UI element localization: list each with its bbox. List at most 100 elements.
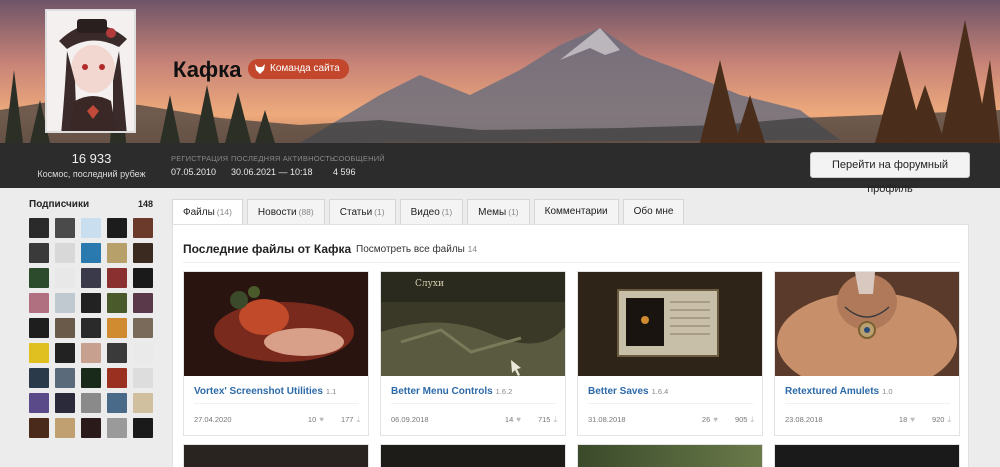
subscriber-avatar[interactable] xyxy=(55,293,75,313)
subscriber-avatar[interactable] xyxy=(133,293,153,313)
tab-about[interactable]: Обо мне xyxy=(622,199,685,224)
see-all-files-link[interactable]: Посмотреть все файлы 14 xyxy=(356,244,477,255)
file-card[interactable] xyxy=(774,444,960,467)
heart-icon: ♥ xyxy=(516,415,521,424)
tab-comments[interactable]: Комментарии xyxy=(533,199,619,224)
subscriber-avatar[interactable] xyxy=(29,318,49,338)
subscriber-avatar[interactable] xyxy=(81,268,101,288)
download-icon: ⤓ xyxy=(750,415,754,424)
subscriber-avatar[interactable] xyxy=(133,343,153,363)
subscriber-avatar[interactable] xyxy=(55,318,75,338)
heart-icon: ♥ xyxy=(910,415,915,424)
file-thumbnail[interactable]: Слухи xyxy=(381,272,565,376)
subscriber-avatar[interactable] xyxy=(81,293,101,313)
file-card[interactable]: Better Saves 1.6.4 31.08.2018 26 ♥ 905 ⤓ xyxy=(577,271,763,436)
subscriber-avatar[interactable] xyxy=(29,293,49,313)
subscriber-avatar[interactable] xyxy=(107,243,127,263)
subscriber-avatar[interactable] xyxy=(29,218,49,238)
file-card[interactable]: Retextured Amulets 1.0 23.08.2018 18 ♥ 920… xyxy=(774,271,960,436)
heart-icon: ♥ xyxy=(713,415,718,424)
subscriber-avatar[interactable] xyxy=(55,243,75,263)
subscriber-avatar[interactable] xyxy=(107,393,127,413)
subscriber-avatar[interactable] xyxy=(133,368,153,388)
subscriber-avatar[interactable] xyxy=(133,393,153,413)
subscriber-avatar[interactable] xyxy=(107,318,127,338)
file-thumbnail[interactable] xyxy=(775,272,959,376)
file-thumbnail[interactable] xyxy=(184,272,368,376)
anime-girl-avatar-image xyxy=(47,11,134,131)
file-card[interactable]: Слухи Better Menu Controls 1.6.2 06.09.20… xyxy=(380,271,566,436)
file-card[interactable] xyxy=(577,444,763,467)
subscriber-avatar[interactable] xyxy=(107,343,127,363)
tab-memes[interactable]: Мемы (1) xyxy=(467,199,530,224)
downloads-count: 905 xyxy=(734,415,748,424)
subscriber-avatar[interactable] xyxy=(133,418,153,438)
subscriber-avatar[interactable] xyxy=(29,268,49,288)
file-date: 06.09.2018 xyxy=(391,415,429,424)
subscriber-avatar[interactable] xyxy=(107,368,127,388)
file-title-link[interactable]: Better Saves 1.6.4 xyxy=(588,386,668,397)
screenshot-thumbnail-image: Слухи xyxy=(381,272,565,376)
subscriber-avatar[interactable] xyxy=(81,368,101,388)
stat-value: 30.06.2021 — 10:18 xyxy=(231,167,313,177)
subscriber-avatar[interactable] xyxy=(133,243,153,263)
file-version: 1.1 xyxy=(325,387,337,396)
subscriber-avatar[interactable] xyxy=(29,243,49,263)
file-card[interactable] xyxy=(380,444,566,467)
subscriber-avatar[interactable] xyxy=(133,218,153,238)
reputation-value: 16 933 xyxy=(71,151,112,166)
stat-value: 07.05.2010 xyxy=(171,167,217,177)
subscriber-avatar[interactable] xyxy=(107,418,127,438)
subscriber-avatar[interactable] xyxy=(81,243,101,263)
file-downloads: 920 ⤓ xyxy=(932,415,951,425)
subscriber-avatar[interactable] xyxy=(107,293,127,313)
subscriber-avatar[interactable] xyxy=(107,218,127,238)
section-title: Последние файлы от Кафка xyxy=(183,242,352,256)
likes-count: 26 xyxy=(701,415,711,424)
subscriber-avatar[interactable] xyxy=(81,418,101,438)
file-downloads: 715 ⤓ xyxy=(538,415,557,425)
stat-registration: Регистрация 07.05.2010 xyxy=(171,154,228,177)
tab-label: Видео xyxy=(410,207,440,218)
file-thumbnail[interactable] xyxy=(578,272,762,376)
file-title-link[interactable]: Better Menu Controls 1.6.2 xyxy=(391,386,512,397)
subscriber-avatar[interactable] xyxy=(29,368,49,388)
subscriber-avatar[interactable] xyxy=(55,343,75,363)
likes-count: 10 xyxy=(307,415,317,424)
tab-video[interactable]: Видео (1) xyxy=(399,199,464,224)
subscribers-panel: Подписчики 148 xyxy=(29,199,153,438)
subscriber-avatar[interactable] xyxy=(107,268,127,288)
file-title-link[interactable]: Retextured Amulets 1.0 xyxy=(785,386,893,397)
subscriber-avatar[interactable] xyxy=(133,318,153,338)
file-likes: 18 ♥ xyxy=(899,415,915,424)
subscriber-avatar[interactable] xyxy=(55,218,75,238)
tab-count: (1) xyxy=(374,207,385,217)
tab-count: (88) xyxy=(298,207,314,217)
file-title-link[interactable]: Vortex' Screenshot Utilities 1.1 xyxy=(194,386,336,397)
tab-news[interactable]: Новости (88) xyxy=(246,199,325,224)
subscriber-avatar[interactable] xyxy=(29,418,49,438)
subscriber-avatar[interactable] xyxy=(81,393,101,413)
subscriber-avatar[interactable] xyxy=(133,268,153,288)
file-card[interactable]: Vortex' Screenshot Utilities 1.1 27.04.20… xyxy=(183,271,369,436)
subscriber-avatar[interactable] xyxy=(55,368,75,388)
subscriber-avatar[interactable] xyxy=(29,393,49,413)
profile-avatar[interactable] xyxy=(45,9,136,133)
subscriber-avatar[interactable] xyxy=(55,393,75,413)
subscriber-avatar[interactable] xyxy=(81,218,101,238)
tab-articles[interactable]: Статьи (1) xyxy=(328,199,396,224)
download-icon: ⤓ xyxy=(947,415,951,424)
tab-label: Новости xyxy=(257,207,297,218)
subscriber-avatar[interactable] xyxy=(81,318,101,338)
subscriber-avatar[interactable] xyxy=(81,343,101,363)
profile-stats-bar: 16 933 Космос, последний рубеж Регистрац… xyxy=(0,143,1000,195)
subscriber-avatar[interactable] xyxy=(29,343,49,363)
tab-files[interactable]: Файлы (14) xyxy=(172,199,243,224)
user-rank: Космос, последний рубеж xyxy=(37,169,146,179)
rumors-label: Слухи xyxy=(415,279,444,289)
file-card[interactable] xyxy=(183,444,369,467)
subscriber-avatar[interactable] xyxy=(55,268,75,288)
file-date: 31.08.2018 xyxy=(588,415,626,424)
forum-profile-button[interactable]: Перейти на форумный профиль xyxy=(810,152,970,195)
subscriber-avatar[interactable] xyxy=(55,418,75,438)
